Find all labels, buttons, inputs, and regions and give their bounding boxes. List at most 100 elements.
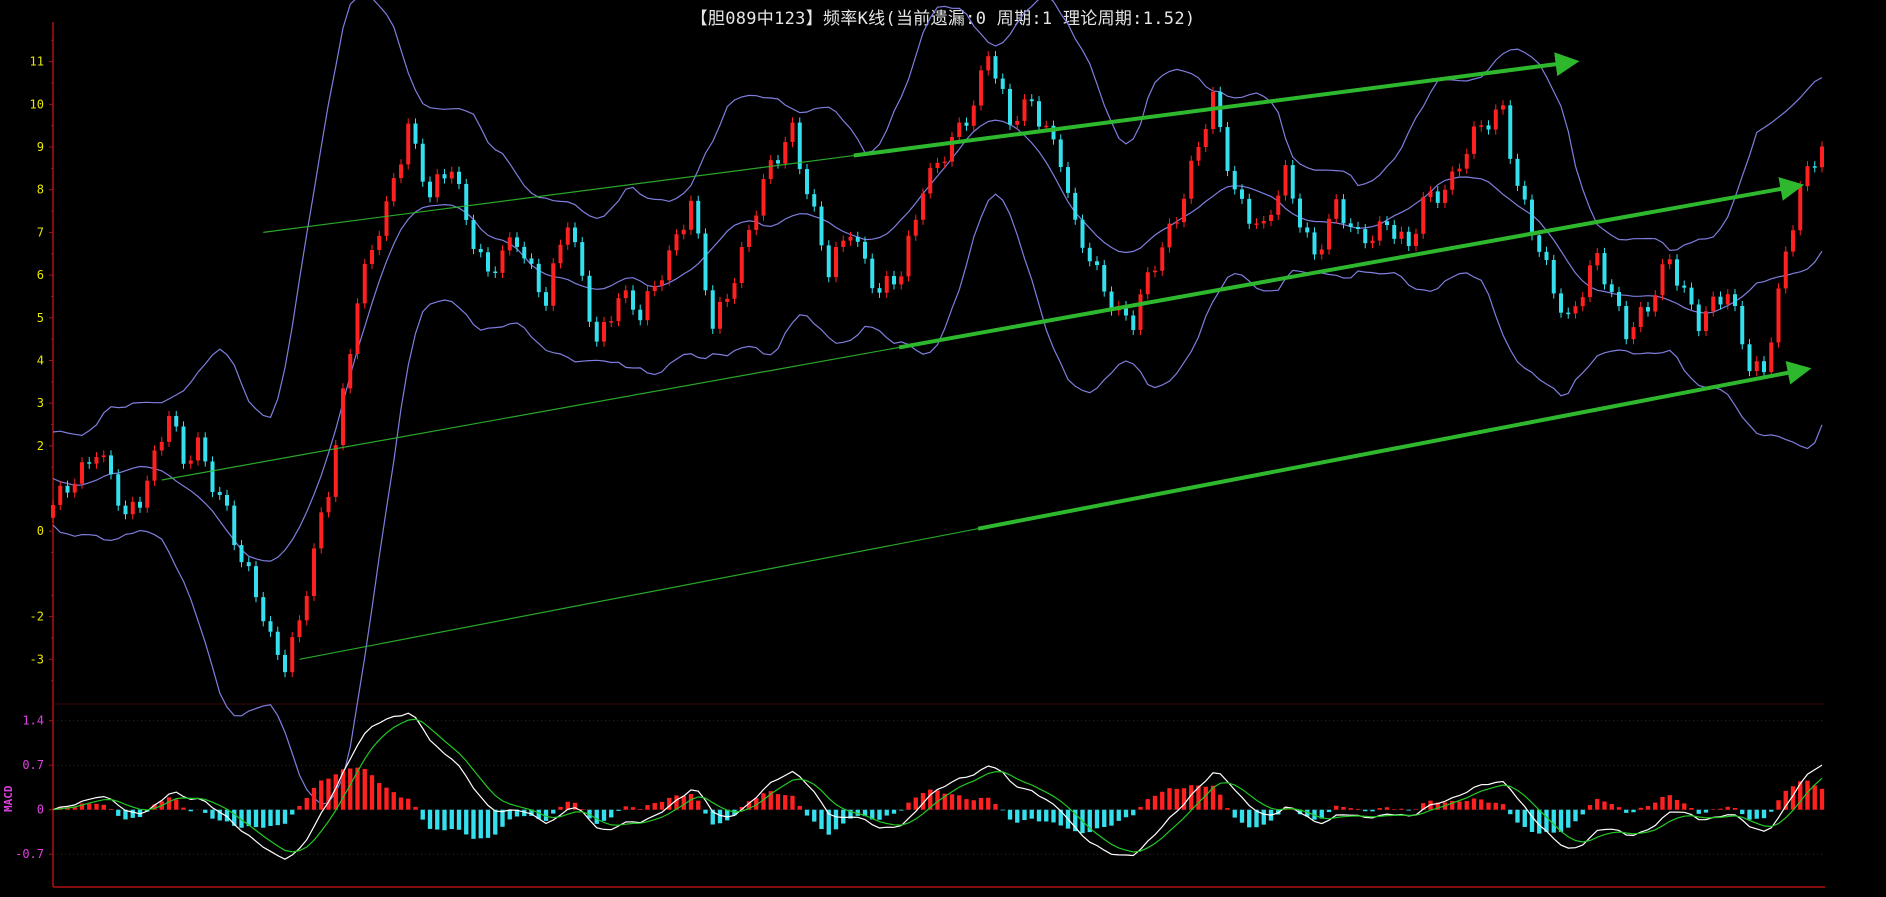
candle-body <box>1000 78 1005 89</box>
candle-body <box>913 219 918 236</box>
candle-body <box>602 322 606 342</box>
macd-tick-label: -0.7 <box>15 847 44 861</box>
candle-body <box>435 174 440 198</box>
candle-body <box>232 505 237 546</box>
candle-body <box>1174 222 1179 224</box>
candle-body <box>1029 99 1034 102</box>
candle-body <box>979 70 983 106</box>
candle-body <box>877 288 882 293</box>
candle-body <box>1472 126 1476 154</box>
candle-body <box>1602 253 1607 285</box>
y-ticks: 11 10 9 8 7 6 5 4 3 2 0 -2 -3 1.4 0.7 0 -0.7 MACD <box>2 39 53 861</box>
y-tick-label: 2 <box>37 439 44 453</box>
candle-body <box>1087 247 1092 262</box>
candle-body <box>1515 158 1520 186</box>
lower-band <box>52 193 1823 805</box>
candle-body <box>1501 105 1505 110</box>
candle-body <box>80 462 84 484</box>
candle-body <box>1573 306 1578 314</box>
y-tick-label: -3 <box>30 652 44 666</box>
candle-body <box>181 426 186 464</box>
candle-body <box>1095 261 1099 266</box>
candle-body <box>109 455 113 475</box>
chart-area: 11 10 9 8 7 6 5 4 3 2 0 -2 -3 1.4 0.7 0 -0.7 MACD <box>2 0 1825 888</box>
candle-body <box>1312 232 1317 255</box>
candle-body <box>341 388 345 446</box>
candle-body <box>848 236 853 241</box>
candle-body <box>732 283 737 299</box>
candle-body <box>319 512 324 549</box>
candle-body <box>667 250 672 281</box>
candle-body <box>1617 291 1621 307</box>
candle-body <box>551 263 556 306</box>
candle-body <box>819 206 824 246</box>
candle-body <box>870 258 875 289</box>
candle-body <box>362 263 367 304</box>
candle-body <box>428 181 432 198</box>
candle-body <box>1298 198 1302 228</box>
candle-body <box>1290 165 1295 199</box>
y-tick-label: 4 <box>37 353 44 367</box>
candle-body <box>1428 191 1433 198</box>
candle-body <box>1153 270 1157 273</box>
candle-body <box>1037 101 1041 127</box>
candle-body <box>1740 306 1745 345</box>
dif-line <box>52 712 1823 860</box>
candle-body <box>1334 199 1339 219</box>
candle-body <box>1443 189 1447 203</box>
candle-body <box>478 248 483 253</box>
candle-body <box>384 201 389 236</box>
candle-body <box>587 275 592 322</box>
candle-body <box>718 301 722 329</box>
candle-body <box>399 164 403 179</box>
candle-body <box>1798 186 1803 231</box>
y-tick-label: 8 <box>37 183 44 197</box>
candle-body <box>594 321 599 342</box>
candle-body <box>1696 304 1701 332</box>
candle-body <box>1356 227 1360 230</box>
candle-body <box>1073 192 1078 220</box>
candle-body <box>544 292 548 306</box>
candle-body <box>1319 249 1324 255</box>
candle-body <box>87 462 92 464</box>
candle-body <box>1493 109 1498 130</box>
candle-body <box>72 483 77 493</box>
candle-body <box>906 235 911 277</box>
candle-body <box>1559 293 1563 313</box>
candle-body <box>1167 223 1172 248</box>
candle-body <box>1624 306 1629 340</box>
candle-body <box>935 162 940 168</box>
candle-body <box>1479 125 1484 127</box>
candle-body <box>1667 259 1672 265</box>
candle-body <box>681 229 686 235</box>
candle-body <box>609 321 614 323</box>
y-tick-label: 7 <box>37 225 44 239</box>
candle-body <box>1225 127 1230 172</box>
candle-body <box>1675 259 1679 286</box>
candle-body <box>1544 251 1549 260</box>
candle-body <box>1537 235 1542 252</box>
candle-body <box>1341 199 1346 224</box>
candle-body <box>65 485 70 493</box>
candle-body <box>1754 361 1759 372</box>
candle-body <box>812 194 817 207</box>
candle-body <box>1747 344 1752 372</box>
candle-body <box>1508 105 1513 159</box>
envelope-bands <box>52 0 1823 805</box>
candle-body <box>1725 294 1730 305</box>
candle-body <box>1305 227 1310 233</box>
candle-body <box>1580 297 1585 307</box>
candle-body <box>196 437 200 461</box>
candle-body <box>1783 251 1788 289</box>
candle-body <box>957 122 962 137</box>
candle-body <box>1566 312 1571 315</box>
candle-body <box>1261 220 1266 224</box>
candle-body <box>261 597 266 622</box>
candle-body <box>1718 296 1723 305</box>
y-tick-label: 3 <box>37 396 44 410</box>
macd-label: MACD <box>2 785 15 812</box>
y-tick-label: 0 <box>37 524 44 538</box>
candle-body <box>203 437 208 462</box>
candle-body <box>138 501 142 508</box>
candle-body <box>507 237 512 251</box>
